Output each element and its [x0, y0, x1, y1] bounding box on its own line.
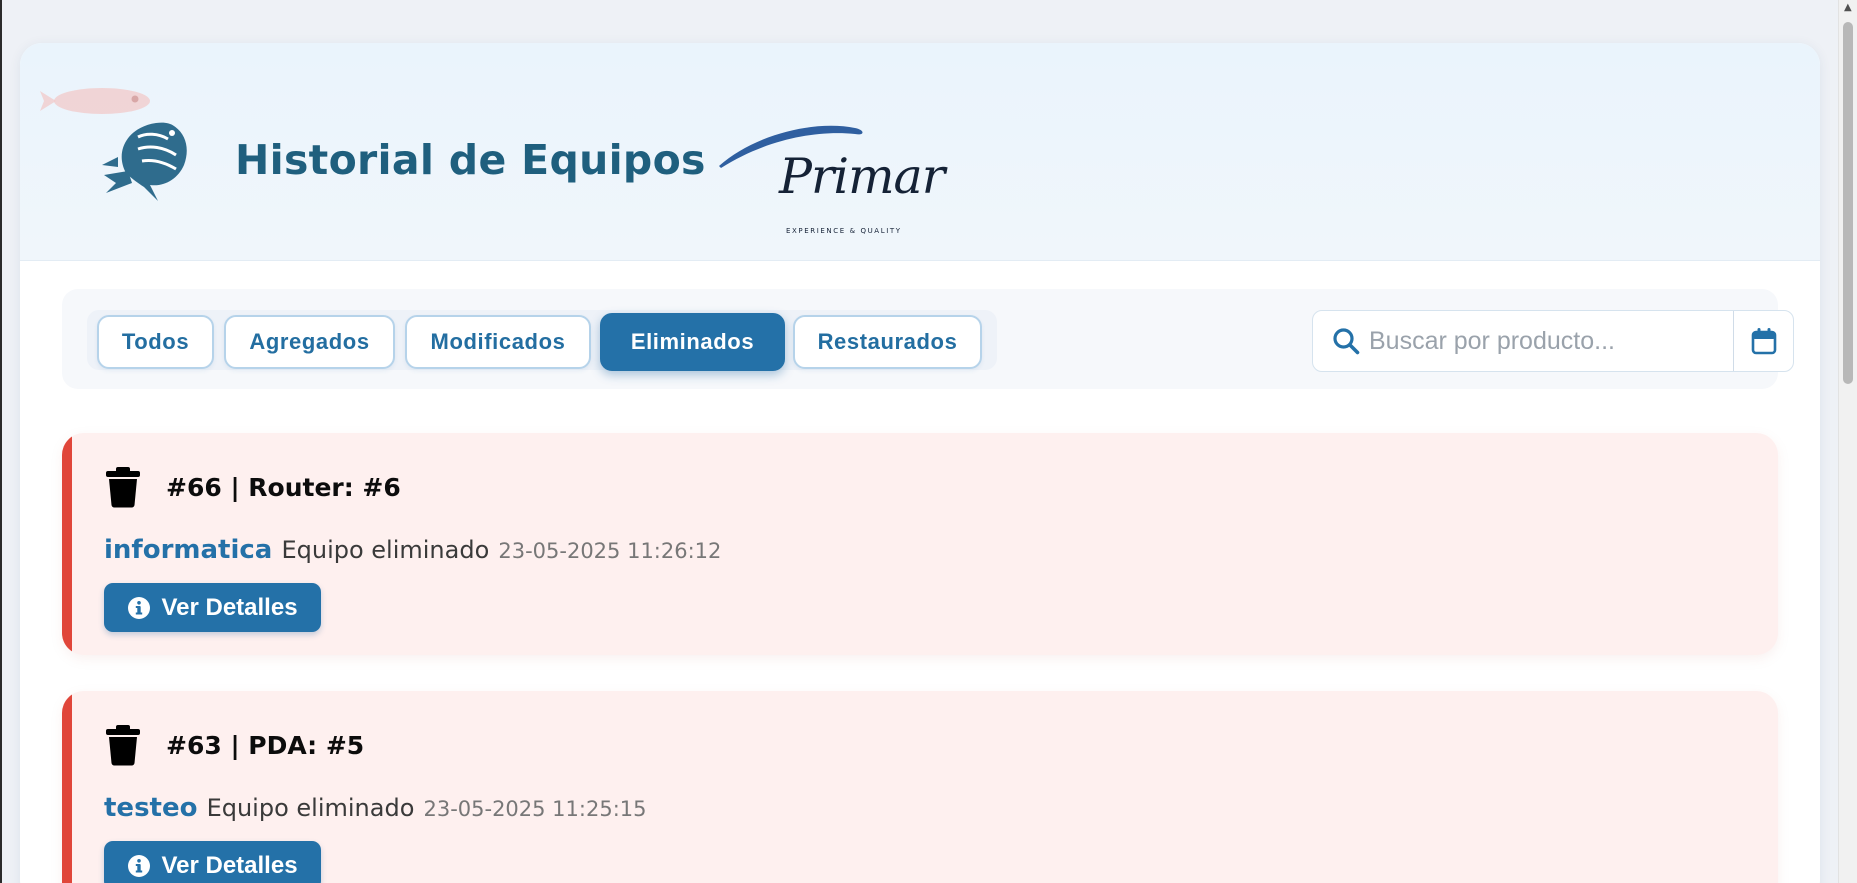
card-accent-bar — [62, 433, 72, 655]
record-user: informatica — [104, 535, 273, 565]
record-user: testeo — [104, 793, 198, 823]
filter-toolbar: Todos Agregados Modificados Eliminados R… — [62, 289, 1794, 389]
view-details-button[interactable]: Ver Detalles — [104, 583, 321, 632]
primar-logo: Primar EXPERIENCE & QUALITY — [695, 118, 945, 238]
filter-agregados-button[interactable]: Agregados — [224, 315, 395, 369]
record-meta: informatica Equipo eliminado 23-05-2025 … — [104, 535, 721, 565]
view-details-button[interactable]: Ver Detalles — [104, 841, 321, 883]
page-title: Historial de Equipos — [235, 136, 706, 184]
card-accent-bar — [62, 691, 72, 883]
calendar-icon — [1751, 328, 1777, 355]
record-title: #66 | Router: #6 — [166, 473, 401, 502]
view-details-label: Ver Detalles — [161, 851, 298, 879]
window-edge — [0, 0, 2, 883]
record-title: #63 | PDA: #5 — [166, 731, 365, 760]
info-circle-icon — [128, 854, 151, 877]
scroll-up-icon[interactable]: ▲ — [1844, 2, 1852, 13]
brand-wordmark: Primar — [779, 148, 945, 205]
history-card: #66 | Router: #6 informatica Equipo elim… — [62, 433, 1778, 655]
search-icon — [1333, 328, 1360, 355]
filter-restaurados-button[interactable]: Restaurados — [793, 315, 982, 369]
record-date: 23-05-2025 11:25:15 — [423, 797, 647, 821]
trash-icon — [106, 467, 140, 508]
page-header: Historial de Equipos Primar EXPERIENCE &… — [20, 43, 1820, 261]
info-circle-icon — [128, 596, 151, 619]
history-card: #63 | PDA: #5 testeo Equipo eliminado 23… — [62, 691, 1778, 883]
search-bar — [1312, 310, 1794, 372]
record-action: Equipo eliminado — [281, 536, 490, 564]
view-details-label: Ver Detalles — [161, 593, 298, 621]
filter-modificados-button[interactable]: Modificados — [405, 315, 591, 369]
filter-eliminados-button[interactable]: Eliminados — [600, 313, 785, 371]
trash-icon — [106, 725, 140, 766]
record-meta: testeo Equipo eliminado 23-05-2025 11:25… — [104, 793, 647, 823]
app-container: Historial de Equipos Primar EXPERIENCE &… — [20, 43, 1820, 883]
record-date: 23-05-2025 11:26:12 — [498, 539, 722, 563]
brand-tagline: EXPERIENCE & QUALITY — [786, 227, 902, 235]
vertical-scrollbar[interactable]: ▲ — [1838, 0, 1857, 883]
filter-tabs: Todos Agregados Modificados Eliminados R… — [87, 310, 997, 371]
search-input[interactable] — [1369, 319, 1729, 363]
fish-logo-icon — [102, 122, 187, 201]
filter-todos-button[interactable]: Todos — [97, 315, 214, 369]
scrollbar-thumb[interactable] — [1843, 22, 1853, 384]
record-action: Equipo eliminado — [206, 794, 415, 822]
decorative-fish-icon — [40, 88, 150, 114]
calendar-button[interactable] — [1734, 311, 1794, 371]
